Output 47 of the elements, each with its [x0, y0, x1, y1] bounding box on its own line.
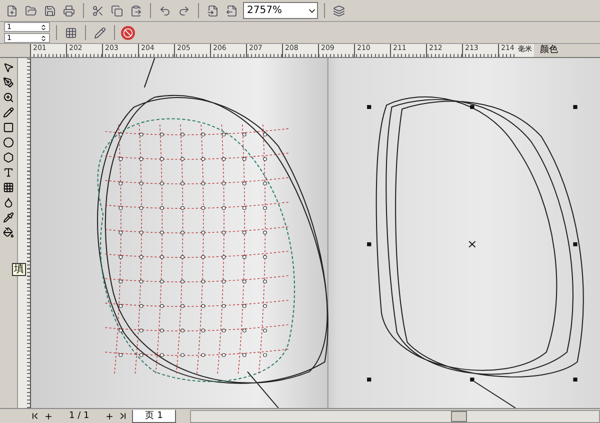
spinner-arrows-icon[interactable] — [40, 34, 47, 42]
pen-icon[interactable] — [3, 77, 14, 88]
cut-icon[interactable] — [92, 4, 104, 16]
grid-icon[interactable] — [3, 182, 14, 193]
new-file-icon[interactable] — [6, 4, 18, 16]
import-icon[interactable] — [207, 4, 219, 16]
printer-icon[interactable] — [63, 4, 75, 16]
selection-handle[interactable] — [470, 378, 474, 382]
pointer-icon[interactable] — [3, 62, 14, 73]
add-page-icon[interactable] — [105, 412, 114, 420]
rectangle-icon[interactable] — [3, 122, 14, 133]
tooltip: 填 — [12, 263, 26, 276]
copy-icon[interactable] — [111, 4, 123, 16]
pencil-icon[interactable] — [94, 26, 106, 38]
droplet-icon[interactable] — [3, 197, 14, 208]
polygon-icon[interactable] — [3, 152, 14, 163]
selection-handle[interactable] — [367, 242, 372, 246]
zoom-icon[interactable] — [3, 92, 14, 103]
layers-icon[interactable] — [333, 4, 345, 16]
selection-handle[interactable] — [573, 378, 578, 382]
last-page-icon[interactable] — [118, 411, 128, 421]
pencil-icon[interactable] — [3, 107, 14, 118]
text-icon[interactable] — [3, 167, 14, 178]
eyedropper-icon[interactable] — [3, 212, 14, 223]
selection-handle[interactable] — [367, 378, 372, 382]
export-icon[interactable] — [226, 4, 238, 16]
paste-icon[interactable] — [130, 4, 142, 16]
open-folder-icon[interactable] — [25, 4, 37, 16]
save-icon[interactable] — [44, 4, 56, 16]
page-tab[interactable]: 页 1 — [132, 410, 176, 422]
page-counter: 1 / 1 — [69, 411, 90, 421]
redo-icon[interactable] — [178, 4, 190, 16]
center-cross-icon — [468, 240, 476, 248]
first-page-icon[interactable] — [30, 411, 40, 421]
selection-handle[interactable] — [573, 242, 578, 246]
zoom-dropdown[interactable]: 2757% — [243, 2, 318, 19]
add-page-icon[interactable] — [44, 412, 53, 420]
horizontal-scrollbar[interactable] — [190, 410, 600, 422]
selection-handle[interactable] — [470, 105, 474, 109]
selection-handle[interactable] — [573, 105, 578, 109]
paint-bucket-icon[interactable] — [3, 227, 14, 238]
grid-icon[interactable] — [65, 26, 77, 38]
scroll-thumb[interactable] — [450, 410, 467, 422]
selection-handle[interactable] — [367, 105, 372, 109]
undo-icon[interactable] — [159, 4, 171, 16]
spinner-arrows-icon[interactable] — [40, 24, 47, 30]
ellipse-icon[interactable] — [3, 137, 14, 148]
